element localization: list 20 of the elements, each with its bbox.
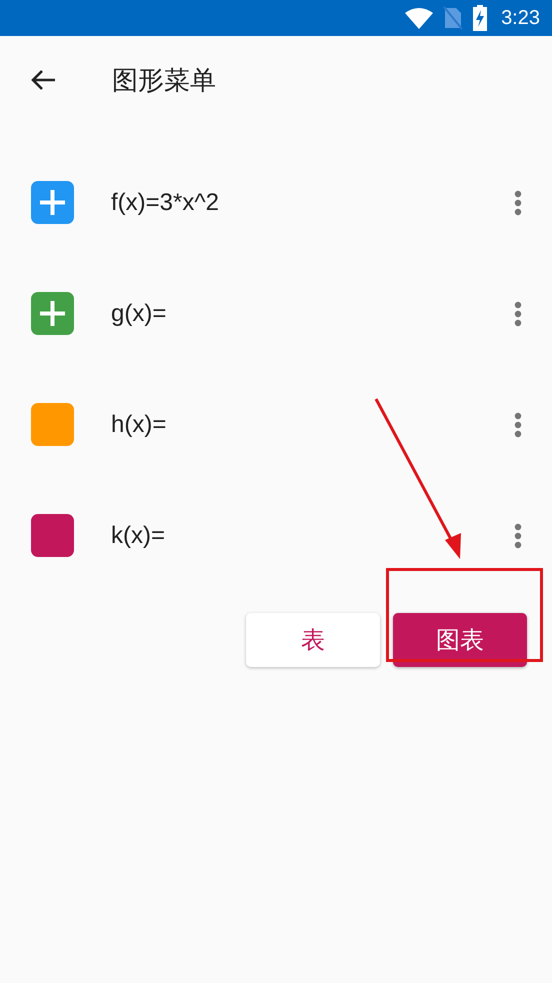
status-time: 3:23 [501,6,540,30]
more-options-icon[interactable] [514,300,522,326]
color-swatch-icon[interactable] [31,181,74,224]
function-label[interactable]: h(x)= [111,410,514,438]
no-sim-icon [443,6,464,30]
more-options-icon[interactable] [514,412,522,438]
wifi-icon [405,7,434,29]
back-arrow-icon[interactable] [30,69,56,91]
function-label[interactable]: k(x)= [111,522,514,550]
color-swatch-icon[interactable] [31,514,74,557]
table-button[interactable]: 表 [246,613,380,667]
color-swatch-icon[interactable] [31,292,74,335]
more-options-icon[interactable] [514,522,522,548]
function-label[interactable]: g(x)= [111,300,514,328]
screen-title: 图形菜单 [112,64,216,98]
function-label[interactable]: f(x)=3*x^2 [111,188,514,216]
battery-icon [473,5,488,31]
color-swatch-icon[interactable] [31,403,74,446]
chart-button[interactable]: 图表 [393,613,527,667]
more-options-icon[interactable] [514,190,522,216]
